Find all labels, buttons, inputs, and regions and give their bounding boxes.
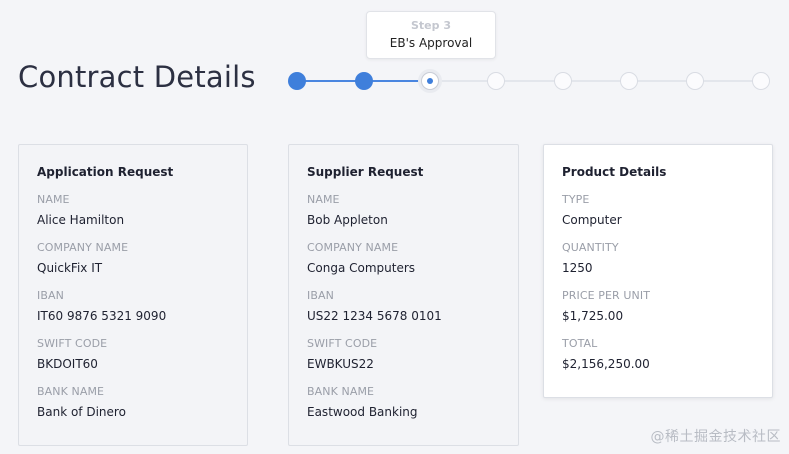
tooltip-step-number: Step 3 bbox=[411, 19, 451, 32]
field-value: EWBKUS22 bbox=[307, 357, 374, 371]
step-2[interactable] bbox=[355, 72, 373, 90]
field-label: PRICE PER UNIT bbox=[562, 289, 651, 302]
step-3[interactable] bbox=[421, 72, 439, 90]
card-title: Product Details bbox=[562, 165, 667, 179]
field-label: NAME bbox=[37, 193, 70, 206]
field-label: TYPE bbox=[562, 193, 590, 206]
field-value: 1250 bbox=[562, 261, 593, 275]
field-value: IT60 9876 5321 9090 bbox=[37, 309, 167, 323]
step-tooltip: Step 3 EB's Approval bbox=[366, 11, 496, 59]
field-value: Computer bbox=[562, 213, 622, 227]
field-value: Bank of Dinero bbox=[37, 405, 126, 419]
field-value: Conga Computers bbox=[307, 261, 416, 275]
field-label: IBAN bbox=[307, 289, 334, 302]
field-label: QUANTITY bbox=[562, 241, 619, 254]
step-5[interactable] bbox=[554, 72, 572, 90]
field-value: US22 1234 5678 0101 bbox=[307, 309, 442, 323]
field-label: BANK NAME bbox=[307, 385, 375, 398]
field-label: COMPANY NAME bbox=[37, 241, 129, 254]
field-value: BKDOIT60 bbox=[37, 357, 98, 371]
card-title: Supplier Request bbox=[307, 165, 424, 179]
step-8[interactable] bbox=[752, 72, 770, 90]
field-label: COMPANY NAME bbox=[307, 241, 399, 254]
field-label: NAME bbox=[307, 193, 340, 206]
field-value: Bob Appleton bbox=[307, 213, 388, 227]
card-title: Application Request bbox=[37, 165, 174, 179]
field-value: Eastwood Banking bbox=[307, 405, 418, 419]
watermark: @稀土掘金技术社区 bbox=[650, 429, 781, 445]
field-value: $1,725.00 bbox=[562, 309, 624, 323]
field-label: IBAN bbox=[37, 289, 64, 302]
tooltip-step-label: EB's Approval bbox=[389, 36, 473, 50]
field-label: BANK NAME bbox=[37, 385, 105, 398]
page-title: Contract Details bbox=[18, 60, 256, 94]
field-value: QuickFix IT bbox=[37, 261, 103, 275]
field-value: Alice Hamilton bbox=[37, 213, 125, 227]
supplier-request-card: Supplier Request NAME Bob Appleton COMPA… bbox=[288, 144, 519, 446]
field-value: $2,156,250.00 bbox=[562, 357, 650, 371]
field-label: TOTAL bbox=[562, 337, 598, 350]
step-4[interactable] bbox=[487, 72, 505, 90]
progress-stepper bbox=[288, 72, 770, 90]
step-1[interactable] bbox=[288, 72, 306, 90]
field-label: SWIFT CODE bbox=[37, 337, 108, 350]
step-6[interactable] bbox=[620, 72, 638, 90]
step-7[interactable] bbox=[686, 72, 704, 90]
application-request-card: Application Request NAME Alice Hamilton … bbox=[18, 144, 248, 446]
field-label: SWIFT CODE bbox=[307, 337, 378, 350]
product-details-card: Product Details TYPE Computer QUANTITY 1… bbox=[543, 144, 773, 398]
